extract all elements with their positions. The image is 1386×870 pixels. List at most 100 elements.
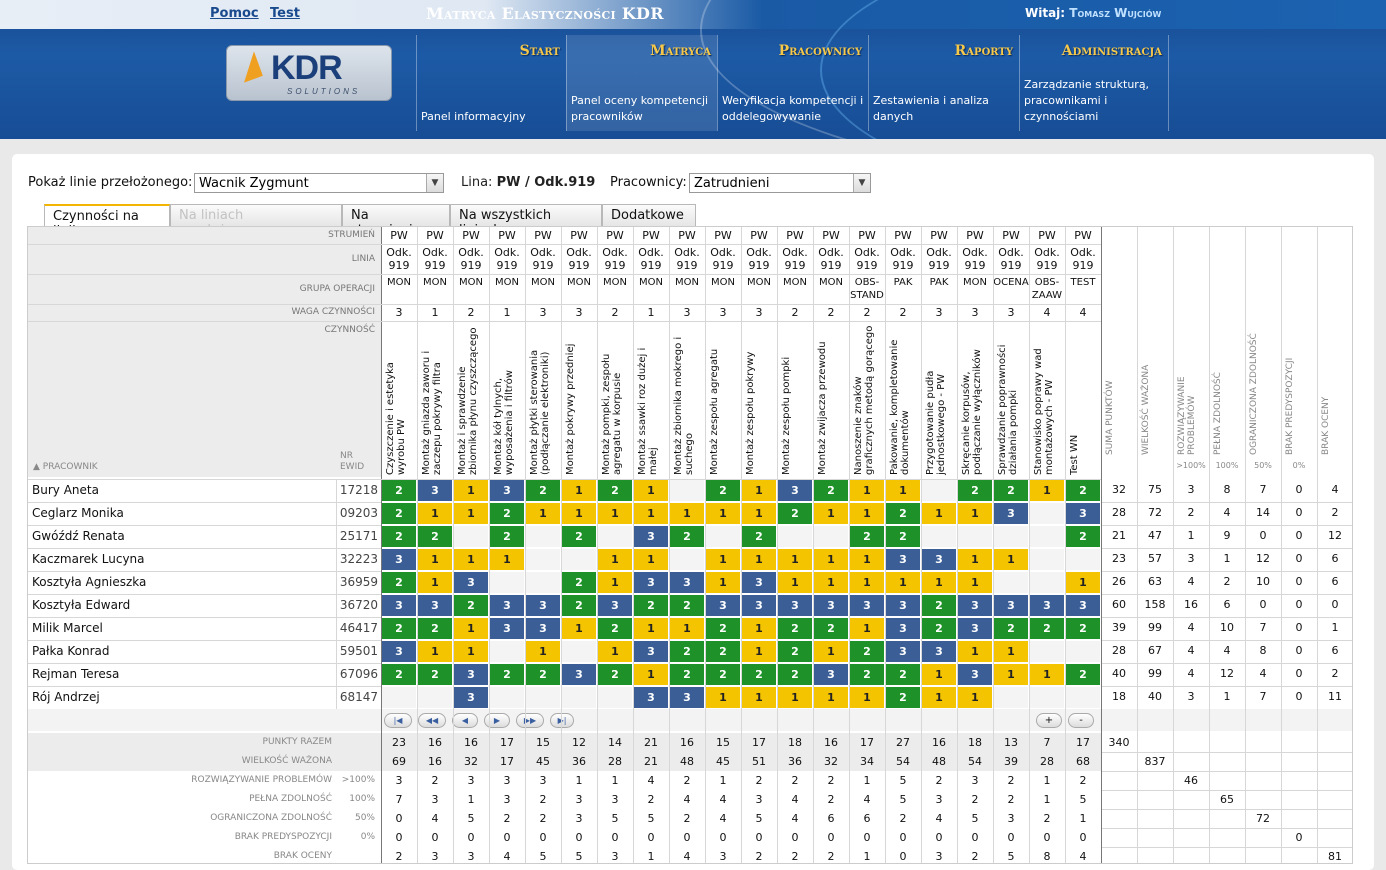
matrix-cell[interactable]: 1 bbox=[849, 686, 885, 709]
matrix-cell[interactable]: 2 bbox=[849, 525, 885, 548]
summary-header[interactable]: PEŁNA ZDOLNOŚĆ bbox=[1213, 325, 1241, 455]
matrix-cell[interactable]: 1 bbox=[597, 548, 633, 571]
matrix-cell-empty[interactable] bbox=[669, 548, 705, 571]
pager-button[interactable]: |◀ bbox=[384, 713, 412, 728]
ewid-column-header[interactable]: NR EWID bbox=[340, 451, 380, 475]
activity-header[interactable]: Czyszczenie i estetyka wyrobu PW bbox=[385, 325, 415, 475]
matrix-cell[interactable]: 1 bbox=[813, 686, 849, 709]
matrix-cell[interactable]: 1 bbox=[813, 548, 849, 571]
matrix-cell[interactable]: 1 bbox=[561, 479, 597, 502]
matrix-cell[interactable]: 2 bbox=[417, 525, 453, 548]
activity-header[interactable]: Stanowisko poprawy wad montażowych - PW bbox=[1033, 325, 1063, 475]
matrix-cell[interactable]: 1 bbox=[561, 617, 597, 640]
matrix-cell[interactable]: 2 bbox=[669, 663, 705, 686]
matrix-cell[interactable]: 3 bbox=[705, 594, 741, 617]
matrix-cell-empty[interactable] bbox=[525, 548, 561, 571]
matrix-cell[interactable]: 1 bbox=[993, 548, 1029, 571]
matrix-cell[interactable]: 1 bbox=[885, 479, 921, 502]
employee-name[interactable]: Ceglarz Monika bbox=[32, 506, 332, 522]
matrix-cell[interactable]: 2 bbox=[777, 617, 813, 640]
matrix-cell-empty[interactable] bbox=[669, 479, 705, 502]
matrix-cell[interactable]: 2 bbox=[381, 479, 417, 502]
matrix-cell[interactable]: 2 bbox=[597, 479, 633, 502]
matrix-cell[interactable]: 2 bbox=[561, 571, 597, 594]
matrix-cell-empty[interactable] bbox=[489, 640, 525, 663]
matrix-cell[interactable]: 1 bbox=[921, 502, 957, 525]
matrix-cell[interactable]: 3 bbox=[453, 686, 489, 709]
employee-name[interactable]: Bury Aneta bbox=[32, 483, 332, 499]
tab-na-wszystkich-liniach[interactable]: Na wszystkich liniach bbox=[450, 204, 602, 238]
employee-name[interactable]: Kosztyła Agnieszka bbox=[32, 575, 332, 591]
matrix-cell-empty[interactable] bbox=[453, 525, 489, 548]
matrix-cell[interactable]: 3 bbox=[777, 479, 813, 502]
matrix-cell[interactable]: 3 bbox=[489, 617, 525, 640]
employee-name[interactable]: Kaczmarek Lucyna bbox=[32, 552, 332, 568]
matrix-cell[interactable]: 2 bbox=[705, 617, 741, 640]
pager-button[interactable]: ▶ bbox=[484, 713, 510, 728]
matrix-cell[interactable]: 1 bbox=[849, 502, 885, 525]
matrix-cell[interactable]: 3 bbox=[957, 594, 993, 617]
activity-header[interactable]: Montaż zespołu agregatu bbox=[709, 325, 739, 475]
matrix-cell[interactable]: 2 bbox=[597, 663, 633, 686]
kdr-logo[interactable]: KDR SOLUTIONS bbox=[226, 45, 392, 101]
matrix-cell[interactable]: 2 bbox=[885, 525, 921, 548]
matrix-cell[interactable]: 1 bbox=[633, 479, 669, 502]
matrix-cell[interactable]: 3 bbox=[813, 663, 849, 686]
test-link[interactable]: Test bbox=[270, 6, 300, 21]
nav-start[interactable]: Start Panel informacyjny bbox=[416, 35, 566, 131]
tab-dodatkowe[interactable]: Dodatkowe bbox=[602, 204, 696, 226]
matrix-cell[interactable]: 2 bbox=[849, 663, 885, 686]
matrix-cell[interactable]: 2 bbox=[669, 525, 705, 548]
matrix-cell[interactable]: 3 bbox=[381, 594, 417, 617]
matrix-cell[interactable]: 2 bbox=[489, 663, 525, 686]
matrix-cell[interactable]: 1 bbox=[849, 571, 885, 594]
matrix-cell[interactable]: 2 bbox=[525, 479, 561, 502]
matrix-cell[interactable]: 1 bbox=[417, 571, 453, 594]
matrix-cell-empty[interactable] bbox=[993, 525, 1029, 548]
matrix-cell[interactable]: 2 bbox=[885, 686, 921, 709]
matrix-cell-empty[interactable] bbox=[1029, 640, 1065, 663]
matrix-cell-empty[interactable] bbox=[813, 525, 849, 548]
matrix-cell-empty[interactable] bbox=[921, 479, 957, 502]
help-link[interactable]: Pomoc bbox=[210, 6, 259, 21]
nav-raporty[interactable]: Raporty Zestawienia i analiza danych bbox=[868, 35, 1019, 131]
activity-header[interactable]: Montaż zespołu pokrywy bbox=[745, 325, 775, 475]
matrix-cell-empty[interactable] bbox=[525, 525, 561, 548]
activity-header[interactable]: Test WN bbox=[1069, 325, 1099, 475]
matrix-cell[interactable]: 1 bbox=[777, 686, 813, 709]
workers-select[interactable]: Zatrudnieni ▼ bbox=[689, 173, 871, 193]
matrix-cell[interactable]: 1 bbox=[885, 571, 921, 594]
matrix-cell[interactable]: 2 bbox=[993, 479, 1029, 502]
nav-pracownicy[interactable]: Pracownicy Weryfikacja kompetencji i odde… bbox=[717, 35, 868, 131]
summary-header[interactable]: BRAK OCENY bbox=[1321, 325, 1349, 455]
matrix-cell-empty[interactable] bbox=[957, 525, 993, 548]
matrix-cell[interactable]: 3 bbox=[1065, 502, 1101, 525]
activity-header[interactable]: Montaż i sprawdzenie zbiornika płynu czy… bbox=[457, 325, 487, 475]
matrix-cell-empty[interactable] bbox=[993, 571, 1029, 594]
matrix-cell[interactable]: 3 bbox=[741, 571, 777, 594]
matrix-cell[interactable]: 1 bbox=[741, 617, 777, 640]
matrix-cell-empty[interactable] bbox=[705, 525, 741, 548]
employee-name[interactable]: Rejman Teresa bbox=[32, 667, 332, 683]
summary-header[interactable]: BRAK PREDYSPOZYCJI bbox=[1285, 325, 1313, 455]
matrix-cell[interactable]: 1 bbox=[849, 548, 885, 571]
employee-name[interactable]: Milik Marcel bbox=[32, 621, 332, 637]
matrix-cell[interactable]: 1 bbox=[525, 640, 561, 663]
matrix-cell[interactable]: 2 bbox=[1065, 479, 1101, 502]
zoom-out-button[interactable]: - bbox=[1068, 713, 1094, 728]
matrix-cell[interactable]: 1 bbox=[705, 686, 741, 709]
matrix-cell[interactable]: 1 bbox=[849, 617, 885, 640]
matrix-cell[interactable]: 1 bbox=[633, 617, 669, 640]
matrix-cell[interactable]: 2 bbox=[669, 640, 705, 663]
employee-column-header[interactable]: ▲ PRACOWNIK bbox=[33, 462, 153, 476]
employee-name[interactable]: Gwóźdź Renata bbox=[32, 529, 332, 545]
matrix-cell[interactable]: 1 bbox=[957, 548, 993, 571]
matrix-cell-empty[interactable] bbox=[597, 686, 633, 709]
matrix-cell-empty[interactable] bbox=[1029, 502, 1065, 525]
matrix-cell[interactable]: 1 bbox=[741, 686, 777, 709]
matrix-cell[interactable]: 3 bbox=[633, 686, 669, 709]
tab-czynnosci-na-linii[interactable]: Czynności na linii bbox=[44, 204, 170, 239]
matrix-cell[interactable]: 2 bbox=[777, 663, 813, 686]
matrix-cell[interactable]: 3 bbox=[489, 594, 525, 617]
matrix-cell[interactable]: 1 bbox=[417, 502, 453, 525]
